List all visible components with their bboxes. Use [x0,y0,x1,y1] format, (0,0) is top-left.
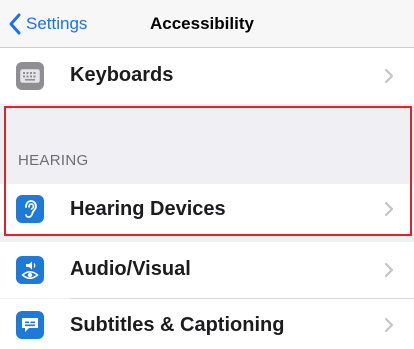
speaker-eye-icon [16,256,44,284]
settings-row-keyboards[interactable]: Keyboards [0,48,414,104]
chevron-right-icon [384,262,394,278]
ear-icon [16,195,44,223]
settings-row-audio-visual[interactable]: Audio/Visual [0,242,414,298]
settings-row-label: Hearing Devices [70,198,226,220]
chevron-right-icon [384,201,394,217]
settings-row-label: Subtitles & Captioning [70,314,285,336]
settings-row-label: Audio/Visual [70,258,191,280]
back-button-label: Settings [26,14,88,33]
navigation-bar: Settings Accessibility [0,0,414,48]
settings-row-subtitles-captioning[interactable]: Subtitles & Captioning [0,299,414,349]
page-title: Accessibility [150,14,254,33]
captions-icon [16,311,44,339]
section-header-hearing: HEARING [18,152,89,169]
back-button[interactable]: Settings [8,12,87,36]
chevron-left-icon [9,13,21,35]
chevron-right-icon [384,317,394,333]
settings-row-label: Keyboards [70,64,174,86]
settings-row-hearing-devices[interactable]: Hearing Devices [0,184,414,234]
accessibility-settings-screen: Settings Accessibility Keyboards HEARING [0,0,414,349]
keyboard-icon [16,62,44,90]
chevron-right-icon [384,68,394,84]
